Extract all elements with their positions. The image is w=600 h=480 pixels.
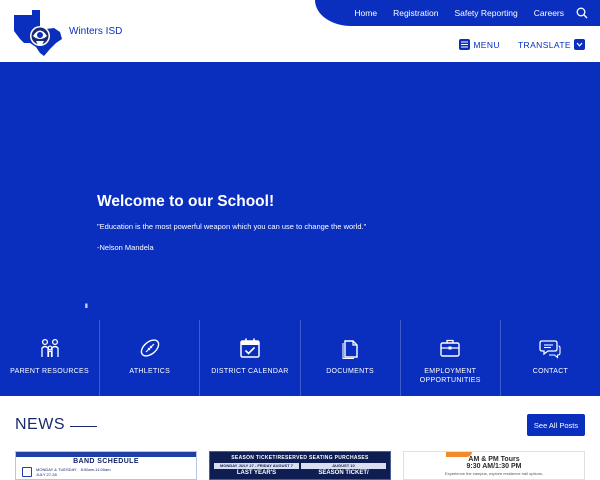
page: Home Registration Safety Reporting Caree…: [0, 0, 600, 480]
card-headline: LAST YEAR'S: [236, 470, 277, 476]
nav-registration-link[interactable]: Registration: [385, 8, 446, 18]
hero-quote: "Education is the most powerful weapon w…: [97, 222, 367, 231]
quick-links-bar: PARENT RESOURCES ATHLETICS DISTRICT CALE…: [0, 320, 600, 396]
quick-link-contact[interactable]: CONTACT: [501, 320, 600, 396]
card-title: BAND SCHEDULE: [73, 458, 139, 465]
hero-author: -Nelson Mandela: [97, 243, 154, 252]
chat-icon: [539, 340, 561, 359]
quick-link-documents[interactable]: DOCUMENTS: [301, 320, 401, 396]
menu-label: MENU: [473, 39, 500, 50]
decorative-swoosh: [446, 452, 472, 457]
card-description: Experience the campus, explore residence…: [444, 471, 544, 476]
quick-link-parent-resources[interactable]: PARENT RESOURCES: [0, 320, 101, 396]
card-headlines: LAST YEAR'S SEASON TICKET/: [214, 470, 386, 476]
news-heading: NEWS: [15, 416, 65, 433]
calendar-icon: [22, 467, 32, 477]
quick-link-label: EMPLOYMENT OPPORTUNITIES: [419, 368, 481, 384]
district-name[interactable]: Winters ISD: [69, 26, 122, 37]
card-time: 8:00am-11:00am: [80, 467, 111, 472]
quick-link-employment-opportunities[interactable]: EMPLOYMENT OPPORTUNITIES: [401, 320, 501, 396]
pause-button[interactable]: II: [85, 304, 88, 310]
quick-link-athletics[interactable]: ATHLETICS: [100, 320, 201, 396]
card-subheads: MONDAY JULY 27 - FRIDAY AUGUST 7 AUGUST …: [214, 463, 386, 469]
see-all-posts-button[interactable]: See All Posts: [527, 414, 585, 436]
utility-nav: MENU TRANSLATE: [459, 39, 585, 50]
quick-link-label: PARENT RESOURCES: [10, 368, 89, 375]
chevron-down-icon: [574, 39, 585, 50]
nav-home-link[interactable]: Home: [346, 8, 385, 18]
football-icon: [140, 339, 160, 357]
menu-icon: [459, 39, 471, 50]
menu-button[interactable]: MENU: [459, 39, 500, 50]
site-header: Home Registration Safety Reporting Caree…: [0, 0, 600, 62]
quick-link-district-calendar[interactable]: DISTRICT CALENDAR: [200, 320, 301, 396]
quick-link-label: DISTRICT CALENDAR: [211, 368, 289, 375]
card-times: 9:30 AM/1:30 PM: [466, 463, 522, 470]
card-title: AM & PM Tours: [468, 456, 520, 463]
nav-careers-link[interactable]: Careers: [526, 8, 572, 18]
card-banner: [16, 452, 196, 457]
card-title: SEASON TICKET/RESERVED SEATING PURCHASES: [231, 455, 369, 461]
top-bar: Home Registration Safety Reporting Caree…: [315, 0, 600, 26]
briefcase-icon: [440, 339, 460, 357]
news-card-tours[interactable]: AM & PM Tours 9:30 AM/1:30 PM Experience…: [403, 451, 585, 480]
news-card-band-schedule[interactable]: BAND SCHEDULE MONDAY & TUESDAY JULY 27-2…: [15, 451, 197, 480]
quick-link-label: ATHLETICS: [129, 368, 171, 375]
calendar-icon: [240, 338, 260, 358]
nav-safety-reporting-link[interactable]: Safety Reporting: [446, 8, 525, 18]
card-subhead: MONDAY JULY 27 - FRIDAY AUGUST 7: [214, 463, 299, 469]
family-icon: [40, 338, 59, 357]
documents-icon: [342, 340, 358, 359]
card-date-line: JULY 27-28: [36, 472, 57, 477]
card-subhead: AUGUST 10: [301, 463, 386, 469]
district-logo[interactable]: [10, 9, 64, 57]
card-headline: SEASON TICKET/: [318, 470, 369, 476]
translate-label: TRANSLATE: [517, 39, 571, 50]
news-card-season-tickets[interactable]: SEASON TICKET/RESERVED SEATING PURCHASES…: [209, 451, 391, 480]
news-section: NEWS See All Posts BAND SCHEDULE MONDAY …: [0, 396, 600, 480]
translate-button[interactable]: TRANSLATE: [518, 39, 585, 50]
search-icon[interactable]: [574, 5, 590, 21]
news-divider: [70, 426, 97, 427]
quick-link-label: DOCUMENTS: [326, 368, 374, 375]
quick-link-label: CONTACT: [532, 368, 569, 375]
hero-title: Welcome to our School!: [97, 193, 275, 210]
card-row: MONDAY & TUESDAY JULY 27-28 8:00am-11:00…: [22, 467, 190, 477]
top-nav: Home Registration Safety Reporting Caree…: [346, 0, 590, 26]
hero-banner: Welcome to our School! "Education is the…: [0, 62, 600, 320]
